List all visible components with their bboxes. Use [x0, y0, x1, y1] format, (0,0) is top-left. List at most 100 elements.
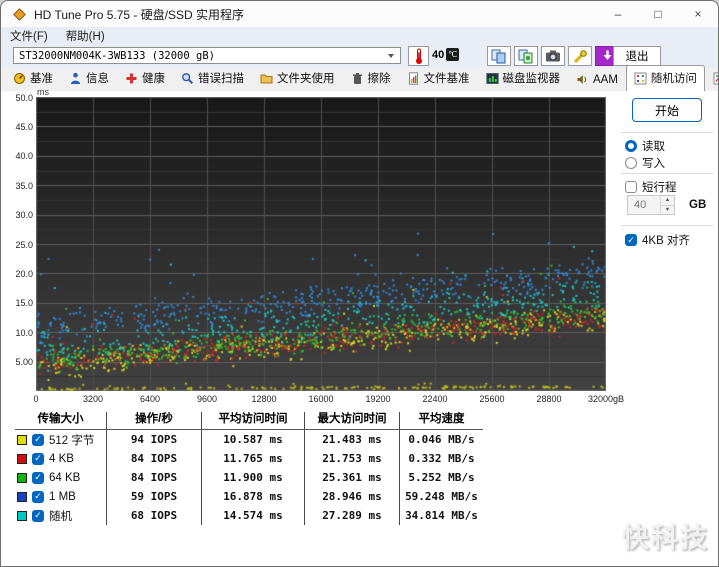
- random-access-scatter-chart: [36, 97, 606, 391]
- size-input[interactable]: 40 ▲ ▼: [627, 195, 675, 215]
- panel-divider: [621, 132, 713, 133]
- tab-random-access[interactable]: 随机访问: [625, 65, 705, 91]
- tools-icon: [573, 49, 587, 63]
- file-benchmark-icon: [407, 71, 420, 85]
- y-tick-label: 15.0: [15, 298, 33, 309]
- info-icon: [69, 72, 82, 85]
- 4kb-align-checkbox[interactable]: ✓: [625, 234, 637, 246]
- tab-benchmark[interactable]: 基准: [5, 66, 61, 91]
- series-checkbox[interactable]: ✓: [32, 433, 44, 446]
- series-checkbox[interactable]: ✓: [32, 490, 44, 503]
- panel-divider: [621, 173, 713, 174]
- start-button[interactable]: 开始: [632, 98, 702, 122]
- chevron-down-icon: [388, 54, 394, 58]
- tab-label: 基准: [30, 73, 53, 85]
- tab-health[interactable]: 健康: [117, 66, 173, 91]
- extra-tests-icon: [713, 72, 718, 85]
- x-tick-label: 16000: [308, 394, 334, 404]
- health-icon: [125, 72, 138, 85]
- spin-up-icon[interactable]: ▲: [661, 196, 674, 206]
- tab-info[interactable]: 信息: [61, 66, 117, 91]
- tab-label: 信息: [86, 73, 109, 85]
- maximize-button[interactable]: □: [638, 1, 678, 27]
- window-title: HD Tune Pro 5.75 - 硬盘/SSD 实用程序: [34, 7, 245, 22]
- table-value-cell: 0.046 MB/s: [399, 430, 483, 449]
- y-tick-label: 35.0: [15, 180, 33, 191]
- series-checkbox[interactable]: ✓: [32, 471, 44, 484]
- table-value-cell: 34.814 MB/s: [399, 506, 483, 525]
- read-radio[interactable]: [625, 140, 637, 152]
- x-tick-label: 25600: [479, 394, 505, 404]
- table-header: 平均访问时间: [201, 412, 304, 430]
- screenshot-button[interactable]: [541, 46, 565, 66]
- exit-button[interactable]: 退出: [613, 46, 661, 66]
- 4kb-align-row[interactable]: ✓ 4KB 对齐: [625, 232, 690, 248]
- drive-select-value: ST32000NM004K-3WB133 (32000 gB): [19, 49, 215, 62]
- minimize-button[interactable]: –: [598, 1, 638, 27]
- temperature-button[interactable]: [408, 46, 429, 66]
- tab-extra-tests[interactable]: 额外测试: [705, 66, 718, 91]
- disk-monitor-icon: [485, 72, 499, 85]
- tab-folder-usage[interactable]: 文件夹使用: [252, 66, 343, 91]
- temperature-readout: 40 ℃: [432, 48, 460, 61]
- menu-file[interactable]: 文件(F): [1, 26, 57, 46]
- window-controls: – □ ×: [598, 1, 718, 27]
- copy-image-button[interactable]: [514, 46, 538, 66]
- series-label: 1 MB: [49, 490, 76, 503]
- x-tick-label: 3200: [82, 394, 104, 404]
- menu-bar: 文件(F) 帮助(H): [1, 27, 718, 45]
- y-tick-label: 30.0: [15, 210, 33, 221]
- table-value-cell: 10.587 ms: [201, 430, 304, 449]
- series-checkbox[interactable]: ✓: [32, 452, 44, 465]
- tab-error-scan[interactable]: 错误扫描: [173, 66, 252, 91]
- tab-label: 磁盘监视器: [502, 73, 561, 85]
- copy-text-icon: [491, 49, 506, 63]
- 4kb-align-label: 4KB 对齐: [642, 235, 690, 247]
- tab-disk-monitor[interactable]: 磁盘监视器: [478, 66, 569, 91]
- y-tick-label: 10.0: [15, 327, 33, 338]
- menu-help[interactable]: 帮助(H): [57, 26, 114, 46]
- spin-down-icon[interactable]: ▼: [661, 206, 674, 215]
- x-tick-label: 9600: [196, 394, 218, 404]
- copy-text-button[interactable]: [487, 46, 511, 66]
- table-value-cell: 25.361 ms: [304, 468, 399, 487]
- table-value-cell: 28.946 ms: [304, 487, 399, 506]
- series-label: 4 KB: [49, 452, 74, 465]
- read-radio-row[interactable]: 读取: [625, 138, 665, 154]
- short-stroke-row[interactable]: 短行程: [625, 179, 677, 195]
- celsius-icon: ℃: [446, 48, 460, 61]
- size-input-value: 40: [634, 199, 647, 211]
- tab-erase[interactable]: 擦除: [343, 66, 399, 91]
- series-checkbox[interactable]: ✓: [32, 509, 44, 522]
- copy-image-icon: [518, 49, 533, 63]
- aam-icon: [576, 73, 589, 86]
- x-tick-label: 28800: [536, 394, 562, 404]
- tools-button[interactable]: [568, 46, 592, 66]
- write-radio-label: 写入: [642, 158, 665, 170]
- table-row-label-cell: ✓ 1 MB: [15, 487, 106, 506]
- series-color-swatch: [17, 472, 27, 483]
- y-tick-label: 45.0: [15, 121, 33, 132]
- table-value-cell: 59 IOPS: [106, 487, 201, 506]
- close-button[interactable]: ×: [678, 1, 718, 27]
- short-stroke-checkbox[interactable]: [625, 181, 637, 193]
- y-tick-label: 50.0: [15, 92, 33, 103]
- size-stepper: ▲ ▼: [660, 196, 674, 214]
- drive-select[interactable]: ST32000NM004K-3WB133 (32000 gB): [13, 47, 401, 64]
- table-value-cell: 11.900 ms: [201, 468, 304, 487]
- read-radio-label: 读取: [642, 141, 665, 153]
- y-axis-unit: ms: [37, 87, 49, 97]
- table-value-cell: 84 IOPS: [106, 449, 201, 468]
- write-radio[interactable]: [625, 157, 637, 169]
- panel-divider: [621, 225, 713, 226]
- tab-aam[interactable]: AAM: [568, 69, 626, 91]
- table-value-cell: 59.248 MB/s: [399, 487, 483, 506]
- table-row-label-cell: ✓ 64 KB: [15, 468, 106, 487]
- write-radio-row[interactable]: 写入: [625, 155, 665, 171]
- tab-file-benchmark[interactable]: 文件基准: [399, 66, 478, 91]
- table-value-cell: 21.753 ms: [304, 449, 399, 468]
- series-color-swatch: [17, 453, 27, 464]
- table-value-cell: 0.332 MB/s: [399, 449, 483, 468]
- table-header: 传输大小: [15, 412, 106, 430]
- tab-strip: 基准 信息 健康 错误扫描 文件夹使用 擦除 文件基准 磁盘监视器 AAM 随机访问额外测试: [1, 65, 718, 91]
